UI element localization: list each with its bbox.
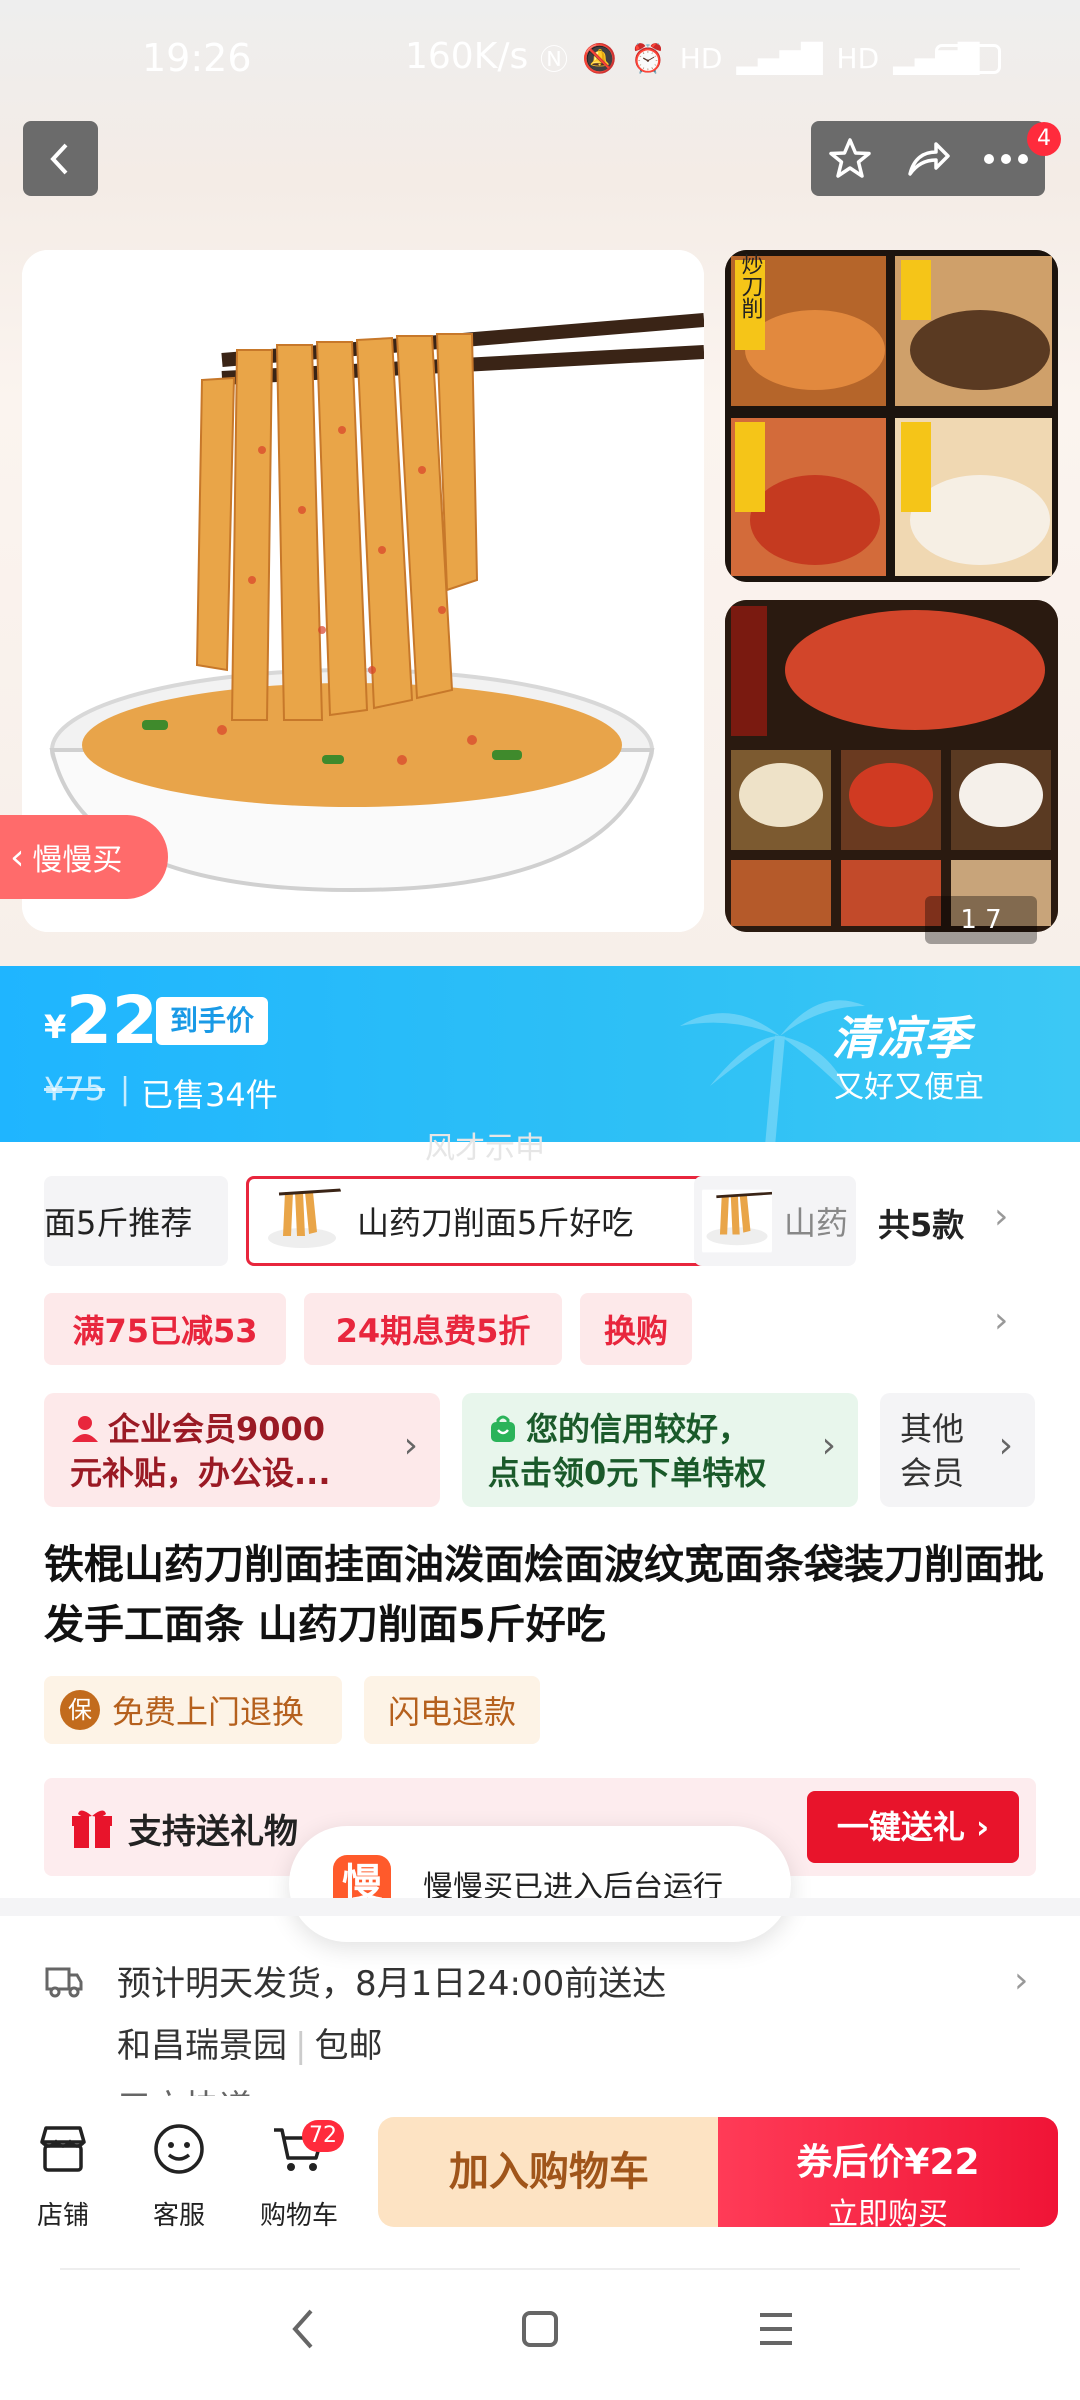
chevron-right-icon[interactable]: › [1014,1960,1028,2001]
original-price: ¥75 [44,1070,106,1108]
store-label: 店铺 [36,2201,89,2231]
product-title: 铁棍山药刀削面挂面油泼面烩面波纹宽面条袋装刀削面批发手工面条 山药刀削面5斤好吃 [44,1542,1044,1648]
free-shipping: 包邮 [314,2026,383,2066]
chevron-right-icon: › [403,1425,418,1466]
truck-icon [45,1967,83,1998]
sku-selector: 面5斤推荐 山药刀削面5斤好吃 山药 共5款 › [44,1176,1044,1266]
customer-service-button[interactable]: 客服 [134,2120,224,2232]
sku-thumbnail [702,1186,772,1256]
sku-thumbnail [263,1186,341,1256]
more-icon[interactable] [978,131,1034,187]
sku-option-selected[interactable]: 山药刀削面5斤好吃 [246,1176,718,1266]
delivery-address: 和昌瑞景园 [117,2026,287,2066]
gift-icon [72,1810,112,1848]
signal-5g-icon: ▂▄▆█ [736,41,823,75]
image-pager: 1 7 [925,896,1037,944]
sold-separator: | [120,1072,131,1107]
shopping-bag-icon [491,1415,515,1442]
member-line1: 企业会员9000 [108,1410,326,1448]
member-line1: 其他 [900,1410,965,1448]
system-menu-icon[interactable] [756,2305,796,2353]
service-label: 闪电退款 [387,1693,516,1731]
chevron-left-icon: ‹ [10,836,25,878]
thumb1-label-1: 炒刀削 [738,253,764,319]
buy-now-button[interactable]: 券后价¥22 立即购买 [718,2117,1058,2232]
person-icon [72,1416,98,1442]
buy-now-label: 立即购买 [828,2197,948,2232]
price-banner: ¥ 22 到手价 ¥75 | 已售34件 清凉季 又好又便宜 [0,966,1080,1142]
sku-count[interactable]: 共5款 [878,1200,964,1246]
status-icons: Ⓝ 🔕 ⏰ HD ▂▄▆█ HD ▂▄▆█ [540,38,979,78]
member-line2: 元补贴，办公设... [70,1454,331,1492]
chevron-right-icon: › [998,1425,1013,1466]
slow-buy-tag[interactable]: ‹ 慢慢买 [0,815,168,899]
back-button[interactable] [23,121,98,196]
add-to-cart-button[interactable]: 加入购物车 [378,2117,720,2227]
system-home-icon[interactable] [520,2305,560,2353]
shipping-location[interactable]: 和昌瑞景园 | 包邮 [117,2018,382,2067]
favorite-star-icon[interactable] [822,131,878,187]
promo-chip[interactable]: 24期息费5折 [304,1293,562,1365]
season-subtitle: 又好又便宜 [834,1070,984,1105]
price-value: 22 [66,982,158,1059]
season-title: 清凉季 [832,1011,970,1065]
sku-option-label: 山药刀削面5斤好吃 [357,1204,634,1242]
alarm-icon: ⏰ [630,41,666,75]
promo-chip[interactable]: 换购 [580,1293,692,1365]
slow-buy-label: 慢慢买 [32,843,123,878]
watermark: 风才示申 [425,1131,545,1166]
gift-label: 支持送礼物 [128,1812,298,1852]
store-icon [40,2126,86,2172]
sku-option[interactable]: 山药 [694,1176,856,1266]
enterprise-member-card[interactable]: 企业会员9000 元补贴，办公设... › [44,1393,440,1507]
network-speed: 160K/s [405,36,529,77]
price-currency: ¥ [44,1008,67,1046]
thumbnail-1[interactable]: 炒刀削 [725,250,1058,582]
fast-refund-service[interactable]: 闪电退款 [364,1676,540,1744]
system-back-icon[interactable] [285,2305,321,2353]
thumbnail-2[interactable] [725,600,1058,932]
guarantee-shield-icon: 保 [60,1690,100,1730]
send-gift-button[interactable]: 一键送礼 › [807,1791,1019,1863]
shipping-estimate: 预计明天发货，8月1日24:00前送达 [117,1964,667,2004]
header-actions [811,121,1045,196]
service-label: 免费上门退换 [112,1693,305,1731]
other-members-card[interactable]: 其他 会员 › [880,1393,1035,1507]
hd-icon: HD [679,41,723,75]
member-line2: 点击领0元下单特权 [488,1454,767,1492]
share-icon[interactable] [900,131,956,187]
chat-face-icon [154,2124,204,2174]
sku-option-label: 山药 [784,1204,849,1242]
section-divider [0,1898,1080,1916]
nfc-icon: Ⓝ [540,43,569,76]
member-line1: 您的信用较好， [526,1410,751,1448]
member-line2: 会员 [900,1454,965,1492]
final-price-tag: 到手价 [156,997,268,1045]
mute-icon: 🔕 [582,41,617,75]
background-toast: 慢 慢慢买已进入后台运行 [289,1826,791,1942]
chevron-right-icon[interactable]: › [994,1196,1008,1237]
promo-chip[interactable]: 满75已减53 [44,1293,286,1365]
credit-privilege-card[interactable]: 您的信用较好， 点击领0元下单特权 › [462,1393,858,1507]
free-return-service[interactable]: 保 免费上门退换 [44,1676,342,1744]
divider: | [295,2026,307,2066]
sold-count: 已售34件 [141,1076,278,1114]
sku-option[interactable]: 面5斤推荐 [44,1176,228,1266]
nav-divider [60,2268,1020,2270]
cart-label: 购物车 [259,2201,338,2231]
chevron-right-icon[interactable]: › [994,1300,1008,1341]
cart-badge: 72 [302,2120,344,2152]
battery-icon: 68 [935,44,1001,74]
coupon-price-label: 券后价¥22 [796,2142,980,2183]
store-button[interactable]: 店铺 [18,2120,108,2232]
sku-option-label: 面5斤推荐 [44,1204,193,1242]
status-time: 19:26 [142,36,252,80]
chevron-right-icon: › [821,1425,836,1466]
chevron-left-icon [49,143,67,175]
hd-icon-2: HD [836,41,880,75]
service-label: 客服 [152,2201,205,2231]
more-badge: 4 [1027,122,1061,156]
